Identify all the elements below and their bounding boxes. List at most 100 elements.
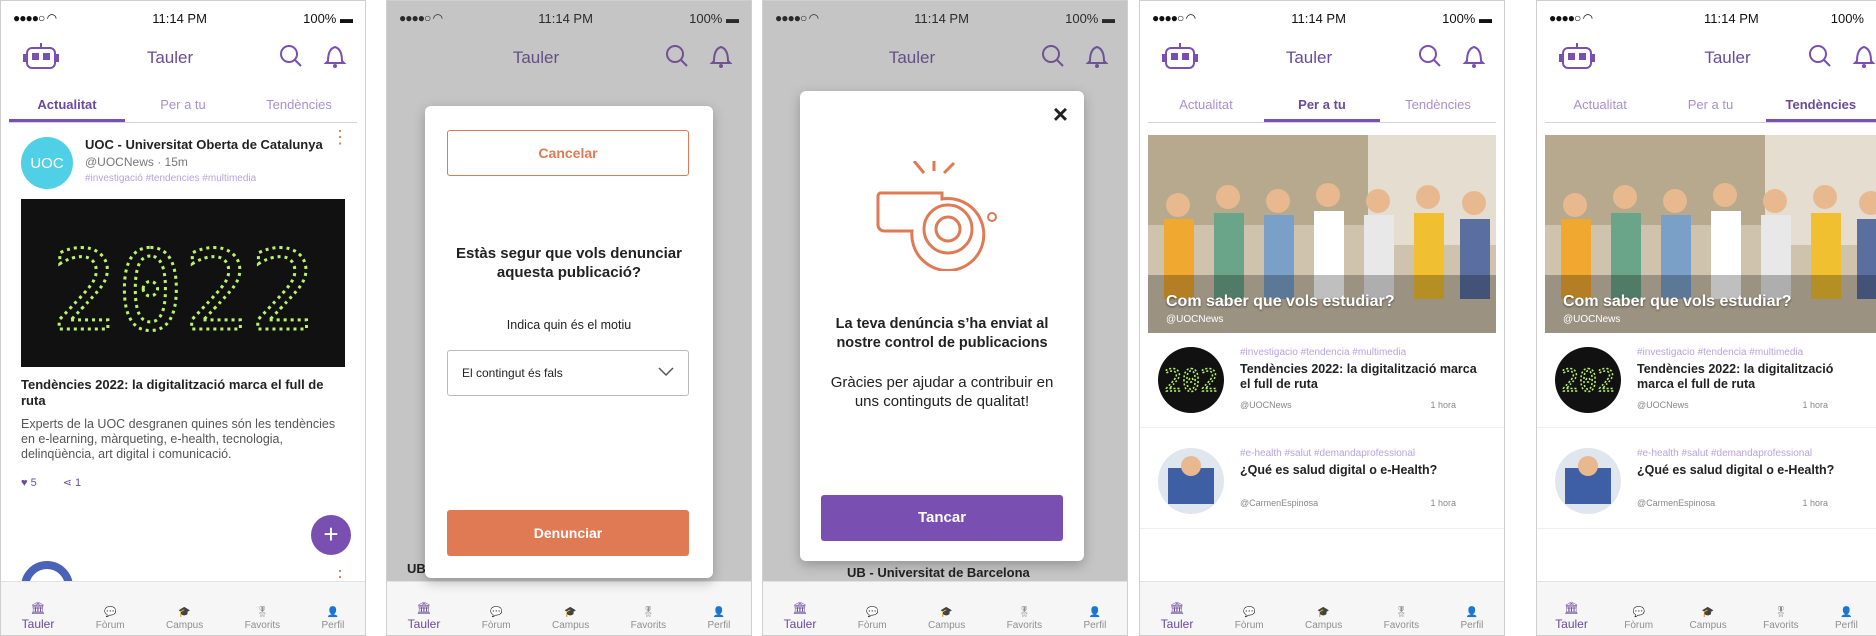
user-icon: 👤 bbox=[326, 607, 340, 618]
article-title[interactable]: Tendències 2022: la digitalització marca… bbox=[1240, 362, 1486, 392]
signal-icon: ●●●●○ ◠ bbox=[13, 11, 57, 25]
add-post-button[interactable]: + bbox=[311, 515, 351, 555]
post-tags[interactable]: #investigació #tendencies #multimedia bbox=[85, 173, 323, 184]
post-image[interactable]: 2022 bbox=[21, 199, 345, 367]
tab-tendencies[interactable]: Tendències bbox=[1765, 91, 1876, 122]
chat-icon: 💬 bbox=[103, 607, 117, 618]
nav-forum[interactable]: 💬 Fòrum bbox=[96, 607, 125, 631]
robot-logo-icon[interactable] bbox=[1160, 40, 1200, 77]
reason-select-value: El contingut és fals bbox=[462, 366, 563, 380]
tab-per-a-tu[interactable]: Per a tu bbox=[1655, 91, 1765, 122]
article-tags[interactable]: #e-health #salut #demandaprofessional bbox=[1240, 448, 1486, 459]
nav-tauler[interactable]: 🏛 Tauler bbox=[408, 601, 441, 631]
nav-campus[interactable]: 🎓 Campus bbox=[1305, 607, 1342, 631]
nav-perfil[interactable]: 👤 Perfil bbox=[1835, 607, 1858, 631]
chat-icon: 💬 bbox=[489, 607, 503, 618]
nav-tauler[interactable]: 🏛 Tauler bbox=[22, 601, 55, 631]
status-bar: ●●●●○ ◠ 11:14 PM 100% bbox=[1549, 10, 1864, 26]
like-button[interactable]: ♥ 5 bbox=[21, 477, 37, 489]
bottom-nav: 🏛 Tauler 💬 Fòrum 🎓 Campus 🎖 Favorits 👤 Perfil bbox=[1, 581, 365, 635]
article-thumbnail: 202 bbox=[1158, 347, 1224, 413]
article-time: 1 hora bbox=[1802, 400, 1828, 410]
nav-forum[interactable]: 💬 Fòrum bbox=[1235, 607, 1264, 631]
post-body: Experts de la UOC desgranen quines són l… bbox=[21, 417, 336, 461]
more-options-icon[interactable]: ⋮ bbox=[331, 127, 349, 148]
bell-icon[interactable] bbox=[1852, 43, 1876, 74]
user-icon: 👤 bbox=[1840, 607, 1853, 618]
nav-campus[interactable]: 🎓 Campus bbox=[1689, 607, 1726, 631]
nav-perfil[interactable]: 👤 Perfil bbox=[1461, 607, 1484, 631]
tab-actualitat[interactable]: Actualitat bbox=[1148, 91, 1264, 122]
nav-forum[interactable]: 💬 Fòrum bbox=[858, 607, 887, 631]
nav-perfil[interactable]: 👤 Perfil bbox=[708, 607, 731, 631]
app-header: Tauler bbox=[1, 35, 365, 81]
close-button[interactable]: Tancar bbox=[821, 495, 1063, 541]
nav-favorits[interactable]: 🎖 Favorits bbox=[631, 607, 667, 631]
tab-per-a-tu[interactable]: Per a tu bbox=[125, 91, 241, 122]
nav-forum[interactable]: 💬 Fòrum bbox=[482, 607, 511, 631]
tab-tendencies[interactable]: Tendències bbox=[1380, 91, 1496, 122]
nav-favorits[interactable]: 🎖 Favorits bbox=[245, 607, 281, 631]
nav-forum[interactable]: 💬 Fòrum bbox=[1624, 607, 1653, 631]
nav-campus[interactable]: 🎓 Campus bbox=[552, 607, 589, 631]
list-item[interactable]: #e-health #salut #demandaprofessional ¿Q… bbox=[1537, 428, 1876, 529]
nav-tauler[interactable]: 🏛 Tauler bbox=[1161, 601, 1194, 631]
building-icon: 🏛 bbox=[1169, 601, 1185, 615]
post-author[interactable]: UOC - Universitat Oberta de Catalunya bbox=[85, 137, 323, 152]
report-button[interactable]: Denunciar bbox=[447, 510, 689, 556]
search-icon[interactable] bbox=[1418, 44, 1442, 73]
avatar[interactable]: UOC bbox=[21, 137, 73, 189]
bottom-nav: 🏛 Tauler 💬 Fòrum 🎓 Campus 🎖 Favorits 👤 Perfil bbox=[763, 581, 1127, 635]
close-icon[interactable]: × bbox=[1053, 99, 1068, 130]
report-dialog: Cancelar Estàs segur que vols denunciar … bbox=[425, 106, 713, 578]
list-item[interactable]: 202 #investigacio #tendencia #multimedia… bbox=[1537, 333, 1876, 428]
bottom-nav: 🏛 Tauler 💬 Fòrum 🎓 Campus 🎖 Favorits 👤 Perfil bbox=[1537, 581, 1876, 635]
search-icon[interactable] bbox=[279, 44, 303, 73]
search-icon[interactable] bbox=[1808, 44, 1832, 73]
tab-actualitat[interactable]: Actualitat bbox=[1545, 91, 1655, 122]
list-item[interactable]: 202 #investigacio #tendencia #multimedia… bbox=[1140, 333, 1504, 428]
featured-title[interactable]: Com saber que vols estudiar? bbox=[1563, 293, 1792, 311]
list-item[interactable]: #e-health #salut #demandaprofessional ¿Q… bbox=[1140, 428, 1504, 529]
nav-perfil[interactable]: 👤 Perfil bbox=[1084, 607, 1107, 631]
featured-title[interactable]: Com saber que vols estudiar? bbox=[1166, 293, 1395, 311]
article-tags[interactable]: #e-health #salut #demandaprofessional bbox=[1637, 448, 1858, 459]
nav-campus[interactable]: 🎓 Campus bbox=[166, 607, 203, 631]
bell-icon[interactable] bbox=[1462, 43, 1486, 74]
report-question: Estàs segur que vols denunciar aquesta p… bbox=[456, 245, 682, 281]
article-title[interactable]: ¿Qué es salud digital o e-Health? bbox=[1637, 463, 1858, 478]
cancel-button[interactable]: Cancelar bbox=[447, 130, 689, 176]
nav-favorits[interactable]: 🎖 Favorits bbox=[1384, 607, 1420, 631]
award-icon: 🎖 bbox=[1774, 607, 1788, 618]
article-author: @UOCNews bbox=[1240, 400, 1292, 410]
featured-article[interactable]: Com saber que vols estudiar? @UOCNews bbox=[1545, 135, 1876, 333]
tab-actualitat[interactable]: Actualitat bbox=[9, 91, 125, 122]
post-author: UB - Universitat de Barcelona bbox=[847, 565, 1030, 580]
award-icon: 🎖 bbox=[1395, 607, 1408, 618]
post-title[interactable]: Tendències 2022: la digitalització marca… bbox=[21, 377, 345, 409]
chevron-down-icon bbox=[658, 366, 674, 380]
featured-article[interactable]: Com saber que vols estudiar? @UOCNews bbox=[1148, 135, 1496, 333]
article-title[interactable]: ¿Qué es salud digital o e-Health? bbox=[1240, 463, 1486, 478]
nav-tauler[interactable]: 🏛 Tauler bbox=[784, 601, 817, 631]
nav-campus[interactable]: 🎓 Campus bbox=[928, 607, 965, 631]
robot-logo-icon[interactable] bbox=[21, 40, 61, 77]
reason-select[interactable]: El contingut és fals bbox=[447, 350, 689, 396]
share-button[interactable]: ⋖ 1 bbox=[63, 476, 81, 489]
battery: 100% bbox=[1830, 10, 1864, 26]
nav-tauler[interactable]: 🏛 Tauler bbox=[1555, 601, 1588, 631]
page-title: Tauler bbox=[146, 48, 194, 67]
confirmation-dialog: × La teva denúncia s’ha enviat al nostre… bbox=[800, 91, 1084, 561]
user-icon: 👤 bbox=[712, 607, 726, 618]
tab-tendencies[interactable]: Tendències bbox=[241, 91, 357, 122]
article-tags[interactable]: #investigacio #tendencia #multimedia bbox=[1240, 347, 1486, 358]
article-tags[interactable]: #investigacio #tendencia #multimedia bbox=[1637, 347, 1858, 358]
robot-logo-icon[interactable] bbox=[1557, 40, 1597, 77]
nav-favorits[interactable]: 🎖 Favorits bbox=[1007, 607, 1043, 631]
tab-per-a-tu[interactable]: Per a tu bbox=[1264, 91, 1380, 122]
article-author: @CarmenEspinosa bbox=[1637, 498, 1716, 508]
nav-perfil[interactable]: 👤 Perfil bbox=[322, 607, 345, 631]
nav-favorits[interactable]: 🎖 Favorits bbox=[1763, 607, 1799, 631]
bell-icon[interactable] bbox=[323, 43, 347, 74]
article-title[interactable]: Tendències 2022: la digitalització marca… bbox=[1637, 362, 1858, 392]
